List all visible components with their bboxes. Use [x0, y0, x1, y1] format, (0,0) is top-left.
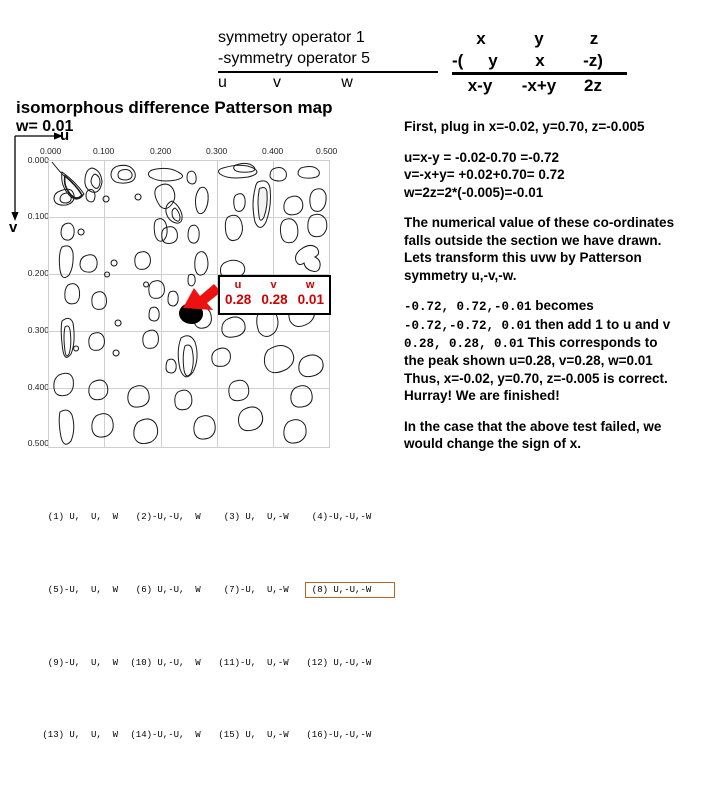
- callout-value-u: 0.28: [225, 292, 252, 307]
- x-tick-4: 0.400: [262, 146, 284, 156]
- symop-14: (14)-U,-U, W: [130, 730, 201, 741]
- explain-p3-line1: The numerical value of these co-ordinate…: [404, 215, 675, 231]
- symmetry-operator-formula: symmetry operator 1 -symmetry operator 5…: [218, 28, 718, 108]
- x-tick-1: 0.100: [93, 146, 115, 156]
- explain-paragraph-4: -0.72, 0.72,-0.01 becomes -0.72,-0.72, 0…: [404, 297, 720, 404]
- explain-transform-line3: 0.28, 0.28, 0.01 This corresponds to: [404, 334, 720, 352]
- table-row: (13) U, U, W (14)-U,-U, W (15) U, U,-W (16)…: [10, 714, 390, 758]
- formula-y: y: [534, 29, 544, 48]
- callout-value-v: 0.28: [261, 292, 288, 307]
- formula-x: x: [476, 29, 486, 48]
- explain-hurray-line: Hurray! We are finished!: [404, 388, 560, 404]
- explain-paragraph-2: u=x-y = -0.02-0.70 =-0.72 v=-x+y= +0.02+…: [404, 149, 720, 202]
- explain-coords-original: -0.72, 0.72,-0.01: [404, 300, 532, 315]
- symop-10: (10) U,-U, W: [130, 657, 201, 668]
- symop-9: (9)-U, U, W: [42, 657, 119, 668]
- explain-p3-line4: symmetry u,-v,-w.: [404, 267, 517, 283]
- explain-w-equation: w=2z=2*(-0.005)=-0.01: [404, 184, 544, 200]
- symmetry-operator-table: (1) U, U, W (2)-U,-U, W (3) U, U,-W (4)-…: [10, 466, 396, 787]
- explain-p1-line1: First, plug in x=-0.02, y=0.70, z=-0.005: [404, 119, 645, 134]
- explain-p5-line1: In the case that the above test failed, …: [404, 418, 662, 434]
- callout-header-w: w: [305, 279, 315, 291]
- x-tick-5: 0.500: [316, 146, 338, 156]
- y-tick-2: 0.200: [27, 268, 49, 278]
- symop-13: (13) U, U, W: [42, 730, 119, 741]
- callout-value-w: 0.01: [297, 292, 324, 307]
- y-tick-1: 0.100: [27, 211, 49, 221]
- explain-p3-line3: Lets transform this uvw by Patterson: [404, 250, 642, 266]
- symop-4: (4)-U,-U,-W: [306, 511, 372, 522]
- table-row: (1) U, U, W (2)-U,-U, W (3) U, U,-W (4)-…: [10, 495, 390, 539]
- formula-op5-x: x: [535, 50, 545, 70]
- explain-paragraph-5: In the case that the above test failed, …: [404, 418, 720, 453]
- formula-operator-5-label: -symmetry operator 5: [218, 49, 438, 73]
- y-tick-3: 0.300: [27, 325, 49, 335]
- y-tick-5: 0.500: [27, 438, 49, 448]
- symop-16: (16)-U,-U,-W: [306, 730, 372, 741]
- y-tick-0: 0.000: [27, 155, 49, 165]
- formula-left-result: u v w: [218, 73, 438, 93]
- explain-coords-final: 0.28, 0.28, 0.01: [404, 336, 525, 351]
- x-tick-2: 0.200: [150, 146, 172, 156]
- formula-result-negxplusy: -x+y: [521, 75, 557, 95]
- map-title: isomorphous difference Patterson map: [16, 98, 333, 117]
- symop-2: (2)-U,-U, W: [130, 511, 201, 522]
- symop-15: (15) U, U,-W: [218, 730, 289, 741]
- table-row: (9)-U, U, W (10) U,-U, W (11)-U, U,-W (12) …: [10, 641, 390, 685]
- explain-coords-transformed: -0.72,-0.72, 0.01: [404, 318, 532, 333]
- explain-u-equation: u=x-y = -0.02-0.70 =-0.72: [404, 149, 559, 165]
- symop-11: (11)-U, U,-W: [218, 657, 289, 668]
- uvw-callout-box: u v w 0.28 0.28 0.01: [218, 275, 331, 315]
- symop-8-highlighted: (8) U,-U,-W: [305, 581, 396, 599]
- symop-6: (6) U,-U, W: [130, 584, 201, 595]
- explain-paragraph-1: First, plug in x=-0.02, y=0.70, z=-0.005: [404, 118, 720, 136]
- v-axis-label: v: [9, 219, 18, 236]
- formula-result-v: v: [273, 73, 281, 91]
- formula-result-2z: 2z: [584, 75, 602, 95]
- formula-xyz-row: x y z: [452, 28, 627, 50]
- callout-headers: u v w: [220, 277, 329, 291]
- explain-p5-line2: would change the sign of x.: [404, 436, 582, 452]
- formula-result-xminusy: x-y: [467, 75, 493, 95]
- formula-right-result: x-y -x+y 2z: [452, 75, 627, 97]
- explain-transform-line2: -0.72,-0.72, 0.01 then add 1 to u and v: [404, 316, 720, 334]
- explain-paragraph-3: The numerical value of these co-ordinate…: [404, 214, 720, 284]
- formula-open-paren: -(: [452, 50, 464, 70]
- u-axis-label: u: [60, 127, 70, 144]
- table-row: (5)-U, U, W (6) U,-U, W (7)-U, U,-W (8) …: [10, 568, 396, 612]
- explain-v-equation: v=-x+y= +0.02+0.70= 0.72: [404, 167, 565, 183]
- explain-corresponds-text: This corresponds to: [524, 334, 658, 350]
- symop-7: (7)-U, U,-W: [218, 584, 289, 595]
- explain-transform-line1: -0.72, 0.72,-0.01 becomes: [404, 297, 720, 315]
- formula-result-w: w: [341, 73, 353, 91]
- x-tick-3: 0.300: [206, 146, 228, 156]
- explain-addone-text: then add 1 to u and v: [531, 316, 671, 332]
- formula-op5-y: y: [488, 50, 498, 70]
- symop-5: (5)-U, U, W: [42, 584, 119, 595]
- symop-1: (1) U, U, W: [42, 511, 119, 522]
- y-tick-4: 0.400: [27, 382, 49, 392]
- explain-becomes-text: becomes: [531, 298, 594, 314]
- formula-result-u: u: [218, 73, 227, 91]
- explain-thus-line: Thus, x=-0.02, y=0.70, z=-0.005 is corre…: [404, 370, 668, 386]
- slide-root: symmetry operator 1 -symmetry operator 5…: [0, 0, 720, 740]
- callout-header-v: v: [270, 279, 277, 291]
- formula-op5-row: -( y x -z): [452, 50, 627, 75]
- formula-op5-negz: -z): [583, 50, 603, 70]
- explain-p3-line2: falls outside the section we have drawn.: [404, 232, 662, 248]
- callout-values: 0.28 0.28 0.01: [220, 291, 329, 307]
- symop-12: (12) U,-U,-W: [306, 657, 372, 668]
- explain-peak-line: the peak shown u=0.28, v=0.28, w=0.01: [404, 353, 653, 369]
- callout-header-u: u: [234, 279, 242, 291]
- symop-3: (3) U, U,-W: [218, 511, 289, 522]
- formula-operator-1-label: symmetry operator 1: [218, 29, 365, 46]
- formula-right-column: x y z -( y x -z) x-y -x+y 2z: [452, 28, 627, 108]
- formula-z: z: [589, 29, 599, 48]
- explanation-panel: First, plug in x=-0.02, y=0.70, z=-0.005…: [404, 118, 720, 466]
- formula-left-column: symmetry operator 1 -symmetry operator 5…: [218, 28, 438, 108]
